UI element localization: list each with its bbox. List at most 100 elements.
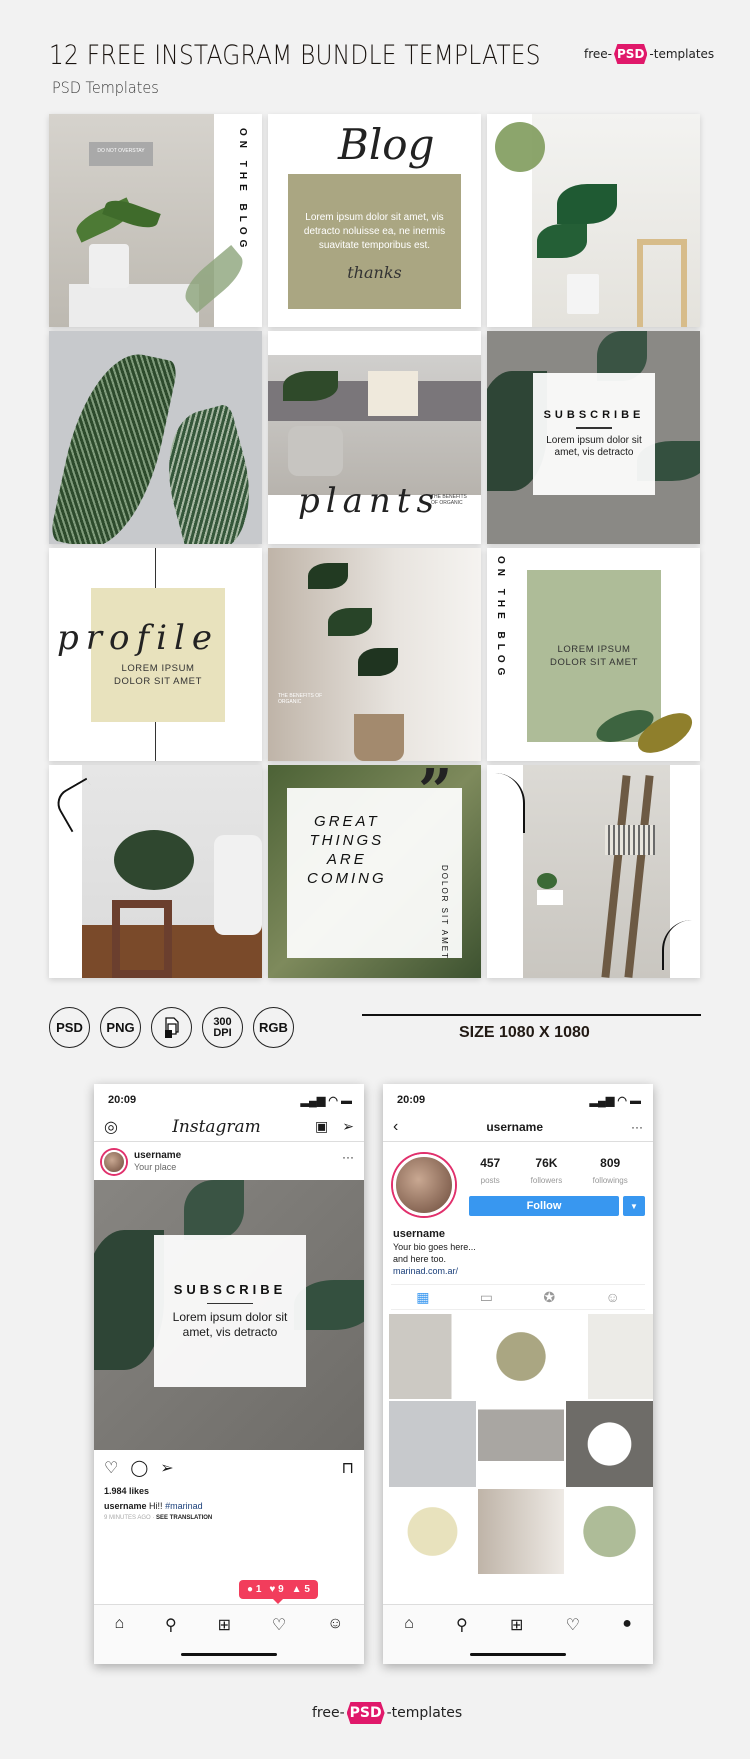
- caption: username Hi!! #marinad: [104, 1501, 203, 1511]
- template-ladder[interactable]: [487, 765, 700, 978]
- profile-icon[interactable]: ☺: [327, 1615, 343, 1635]
- post-title: SUBSCRIBE: [173, 1281, 287, 1297]
- search-icon[interactable]: ⚲: [165, 1615, 177, 1635]
- post-body: Lorem ipsum dolor sit amet, vis detracto: [172, 1310, 288, 1340]
- profile-body: LOREM IPSUM DOLOR SIT AMET: [114, 663, 202, 687]
- grid-post[interactable]: [566, 1314, 653, 1400]
- circle-text: THE BENEFITS OF ORGANIC: [431, 494, 467, 506]
- script-title: plants: [298, 481, 440, 521]
- grid-post[interactable]: [477, 1401, 565, 1487]
- share-icon[interactable]: ➢: [160, 1458, 173, 1478]
- template-palm[interactable]: [49, 331, 262, 544]
- logo-left: free-: [584, 47, 612, 61]
- saved-icon[interactable]: ✪: [543, 1289, 555, 1306]
- page-title: 12 FREE INSTAGRAM BUNDLE TEMPLATES: [49, 40, 541, 71]
- more-options-icon[interactable]: ···: [342, 1150, 354, 1164]
- format-png: PNG: [100, 1007, 141, 1048]
- template-living-room[interactable]: [49, 765, 262, 978]
- avatar[interactable]: [102, 1150, 126, 1174]
- status-icons: ▂▄▆ ◠ ▬: [300, 1095, 352, 1107]
- app-title: Instagram: [172, 1116, 261, 1137]
- subscribe-body: Lorem ipsum dolor sit amet, vis detracto: [546, 434, 642, 458]
- bio-link[interactable]: marinad.com.ar/: [393, 1266, 458, 1276]
- template-monstera[interactable]: [487, 114, 700, 327]
- igtv-icon[interactable]: ▣: [315, 1118, 328, 1135]
- script-title: profile: [57, 618, 219, 658]
- template-on-the-blog[interactable]: DO NOT OVERSTAY ON THE BLOG: [49, 114, 262, 327]
- grid-post[interactable]: [566, 1488, 653, 1574]
- vertical-text: ON THE BLOG: [237, 128, 248, 253]
- post-location[interactable]: Your place: [134, 1162, 176, 1172]
- grid-post[interactable]: [477, 1488, 565, 1574]
- dropdown-button[interactable]: ▼: [623, 1196, 645, 1216]
- stat-posts[interactable]: 457 posts: [480, 1156, 500, 1188]
- activity-icon[interactable]: ♡: [272, 1615, 286, 1635]
- bio-line: Your bio goes here...: [393, 1242, 476, 1252]
- like-icon[interactable]: ♡: [104, 1458, 118, 1478]
- follow-notif: ▲ 5: [291, 1584, 310, 1595]
- camera-icon[interactable]: ◎: [104, 1117, 118, 1137]
- bottom-nav: ⌂ ⚲ ⊞ ♡ ☺: [94, 1604, 364, 1664]
- template-profile[interactable]: LOREM IPSUM DOLOR SIT AMET profile: [49, 548, 262, 761]
- direct-message-icon[interactable]: ➢: [342, 1118, 354, 1135]
- bookmark-icon[interactable]: ⊓: [342, 1458, 354, 1478]
- profile-icon[interactable]: ●: [622, 1615, 632, 1635]
- tagged-icon[interactable]: ☺: [606, 1289, 620, 1305]
- stat-followings[interactable]: 809 followings: [593, 1156, 628, 1188]
- grid-post[interactable]: [566, 1401, 653, 1487]
- dpi-value: 300: [213, 1015, 232, 1028]
- comment-icon[interactable]: ◯: [130, 1458, 148, 1478]
- vertical-text: ON THE BLOG: [495, 556, 506, 681]
- caption-user[interactable]: username: [104, 1501, 147, 1511]
- template-subscribe[interactable]: SUBSCRIBE Lorem ipsum dolor sit amet, vi…: [487, 331, 700, 544]
- bio-line: and here too.: [393, 1254, 447, 1264]
- blog-signoff: thanks: [347, 263, 402, 282]
- footer-logo[interactable]: free- PSD -templates: [312, 1702, 462, 1724]
- search-icon[interactable]: ⚲: [456, 1615, 468, 1635]
- back-icon[interactable]: ‹: [393, 1118, 398, 1136]
- template-blog[interactable]: Blog Lorem ipsum dolor sit amet, vis det…: [268, 114, 481, 327]
- grid-post[interactable]: [389, 1314, 476, 1400]
- sign: DO NOT OVERSTAY: [89, 142, 153, 166]
- brand-logo[interactable]: free- PSD -templates: [584, 44, 714, 64]
- home-icon[interactable]: ⌂: [404, 1615, 414, 1635]
- caption-hashtag[interactable]: #marinad: [165, 1501, 203, 1511]
- grid-post[interactable]: [389, 1401, 476, 1487]
- template-zz-plant[interactable]: THE BENEFITS OF ORGANIC: [268, 548, 481, 761]
- likes-count[interactable]: 1.984 likes: [104, 1486, 149, 1496]
- activity-icon[interactable]: ♡: [566, 1615, 580, 1635]
- stat-followers[interactable]: 76K followers: [531, 1156, 563, 1188]
- posts-grid: [389, 1314, 653, 1574]
- template-plants[interactable]: plants THE BENEFITS OF ORGANIC: [268, 331, 481, 544]
- add-post-icon[interactable]: ⊞: [218, 1615, 231, 1635]
- layers-icon: [151, 1007, 192, 1048]
- activity-notification[interactable]: ● 1 ♥ 9 ▲ 5: [239, 1580, 318, 1604]
- status-time: 20:09: [108, 1094, 137, 1106]
- size-label: SIZE 1080 X 1080: [459, 1024, 590, 1041]
- format-badges: PSD PNG 300 DPI RGB: [49, 1007, 294, 1048]
- time-ago: 9 MINUTES AGO: [104, 1515, 151, 1521]
- quote-line: GREAT: [314, 813, 380, 830]
- subscribe-title: SUBSCRIBE: [543, 409, 645, 422]
- home-indicator: [181, 1653, 277, 1656]
- post-image[interactable]: SUBSCRIBE Lorem ipsum dolor sit amet, vi…: [94, 1180, 364, 1450]
- profile-avatar[interactable]: [393, 1154, 455, 1216]
- home-icon[interactable]: ⌂: [114, 1615, 124, 1635]
- grid-view-icon[interactable]: ▦: [416, 1289, 429, 1306]
- profile-header-username: username: [486, 1119, 544, 1134]
- add-post-icon[interactable]: ⊞: [510, 1615, 523, 1635]
- post-username[interactable]: username: [134, 1150, 181, 1161]
- profile-phone-mockup: 20:09 ▂▄▆ ◠ ▬ ‹ username ··· 457 posts 76…: [383, 1084, 653, 1664]
- grid-post[interactable]: [477, 1314, 565, 1400]
- grid-post[interactable]: [389, 1488, 476, 1574]
- like-notif: ♥ 9: [269, 1584, 284, 1595]
- more-options-icon[interactable]: ···: [631, 1120, 643, 1134]
- profile-stats: 457 posts 76K followers 809 followings: [465, 1156, 643, 1188]
- follow-button[interactable]: Follow: [469, 1196, 619, 1216]
- template-great-things[interactable]: GREAT THINGS ARE COMING ” DOLOR SIT AMET: [268, 765, 481, 978]
- status-bar: 20:09 ▂▄▆ ◠ ▬: [108, 1094, 352, 1107]
- status-time: 20:09: [397, 1094, 426, 1106]
- feed-view-icon[interactable]: ▭: [480, 1289, 493, 1306]
- template-on-the-blog-2[interactable]: ON THE BLOG LOREM IPSUM DOLOR SIT AMET: [487, 548, 700, 761]
- see-translation-link[interactable]: SEE TRANSLATION: [156, 1515, 212, 1521]
